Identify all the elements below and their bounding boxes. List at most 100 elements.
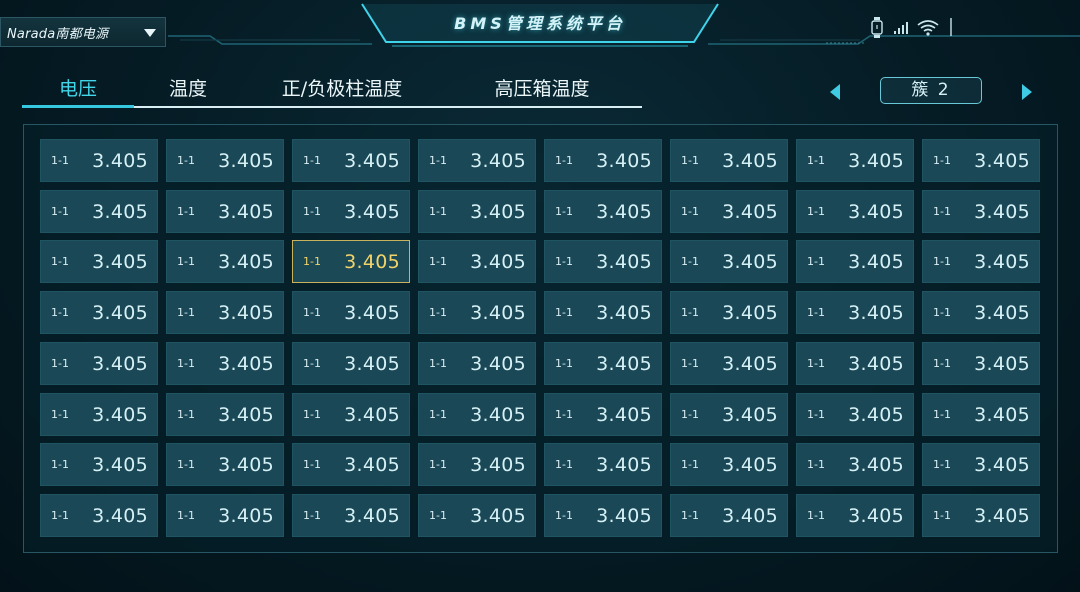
- cell-id: 1-1: [51, 509, 69, 522]
- battery-cell[interactable]: 1-1 3.405: [292, 393, 410, 436]
- battery-cell[interactable]: 1-1 3.405: [166, 190, 284, 233]
- cell-id: 1-1: [303, 357, 321, 370]
- battery-cell[interactable]: 1-1 3.405: [166, 443, 284, 486]
- cell-voltage-value: 3.405: [848, 353, 904, 375]
- cell-id: 1-1: [933, 357, 951, 370]
- cell-voltage-value: 3.405: [92, 201, 148, 223]
- battery-cell[interactable]: 1-1 3.405: [670, 443, 788, 486]
- cell-voltage-value: 3.405: [344, 454, 400, 476]
- battery-cell[interactable]: 1-1 3.405: [796, 443, 914, 486]
- battery-cell[interactable]: 1-1 3.405: [922, 342, 1040, 385]
- battery-cell[interactable]: 1-1 3.405: [40, 494, 158, 537]
- battery-cell[interactable]: 1-1 3.405: [40, 342, 158, 385]
- battery-cell[interactable]: 1-1 3.405: [922, 240, 1040, 283]
- cell-id: 1-1: [807, 306, 825, 319]
- battery-cell[interactable]: 1-1 3.405: [166, 393, 284, 436]
- battery-cell[interactable]: 1-1 3.405: [544, 393, 662, 436]
- battery-cell[interactable]: 1-1 3.405: [40, 393, 158, 436]
- cell-voltage-value: 3.405: [596, 251, 652, 273]
- cluster-selector[interactable]: 簇 2: [880, 77, 982, 104]
- battery-cell[interactable]: 1-1 3.405: [418, 494, 536, 537]
- battery-cell[interactable]: 1-1 3.405: [166, 291, 284, 334]
- battery-cell[interactable]: 1-1 3.405: [544, 443, 662, 486]
- battery-cell[interactable]: 1-1 3.405: [922, 443, 1040, 486]
- battery-cell[interactable]: 1-1 3.405: [166, 494, 284, 537]
- battery-cell[interactable]: 1-1 3.405: [166, 342, 284, 385]
- cell-voltage-value: 3.405: [218, 150, 274, 172]
- battery-cell[interactable]: 1-1 3.405: [670, 494, 788, 537]
- battery-cell[interactable]: 1-1 3.405: [418, 443, 536, 486]
- cell-voltage-value: 3.405: [344, 505, 400, 527]
- battery-cell[interactable]: 1-1 3.405: [292, 494, 410, 537]
- next-arrow-icon[interactable]: [1022, 84, 1032, 100]
- battery-cell[interactable]: 1-1 3.405: [292, 291, 410, 334]
- battery-cell[interactable]: 1-1 3.405: [418, 291, 536, 334]
- battery-cell[interactable]: 1-1 3.405: [796, 190, 914, 233]
- battery-cell[interactable]: 1-1 3.405: [670, 291, 788, 334]
- battery-cell[interactable]: 1-1 3.405: [796, 291, 914, 334]
- battery-cell[interactable]: 1-1 3.405: [292, 139, 410, 182]
- battery-cell[interactable]: 1-1 3.405: [544, 139, 662, 182]
- battery-cell[interactable]: 1-1 3.405: [166, 139, 284, 182]
- cell-id: 1-1: [177, 357, 195, 370]
- cell-voltage-value: 3.405: [722, 201, 778, 223]
- cell-id: 1-1: [429, 205, 447, 218]
- battery-cell[interactable]: 1-1 3.405: [670, 393, 788, 436]
- battery-cell[interactable]: 1-1 3.405: [544, 342, 662, 385]
- cell-voltage-value: 3.405: [722, 505, 778, 527]
- battery-cell[interactable]: 1-1 3.405: [796, 494, 914, 537]
- battery-cell[interactable]: 1-1 3.405: [418, 342, 536, 385]
- tab-voltage[interactable]: 电压: [22, 76, 134, 108]
- cell-voltage-value: 3.405: [470, 302, 526, 324]
- battery-cell[interactable]: 1-1 3.405: [796, 240, 914, 283]
- battery-cell[interactable]: 1-1 3.405: [418, 393, 536, 436]
- battery-cell[interactable]: 1-1 3.405: [796, 342, 914, 385]
- battery-cell[interactable]: 1-1 3.405: [796, 393, 914, 436]
- battery-cell[interactable]: 1-1 3.405: [922, 494, 1040, 537]
- battery-cell[interactable]: 1-1 3.405: [418, 240, 536, 283]
- battery-cell[interactable]: 1-1 3.405: [544, 291, 662, 334]
- cell-id: 1-1: [303, 205, 321, 218]
- cell-voltage-value: 3.405: [92, 353, 148, 375]
- battery-cell[interactable]: 1-1 3.405: [922, 139, 1040, 182]
- cell-voltage-value: 3.405: [722, 302, 778, 324]
- battery-cell[interactable]: 1-1 3.405: [292, 240, 410, 283]
- battery-cell[interactable]: 1-1 3.405: [544, 240, 662, 283]
- battery-cell[interactable]: 1-1 3.405: [292, 190, 410, 233]
- battery-cell[interactable]: 1-1 3.405: [292, 342, 410, 385]
- cell-id: 1-1: [303, 154, 321, 167]
- battery-cell[interactable]: 1-1 3.405: [418, 139, 536, 182]
- cell-voltage-value: 3.405: [92, 302, 148, 324]
- cell-id: 1-1: [177, 205, 195, 218]
- battery-cell[interactable]: 1-1 3.405: [922, 393, 1040, 436]
- tab-temperature[interactable]: 温度: [134, 76, 242, 104]
- cell-voltage-value: 3.405: [218, 302, 274, 324]
- cell-voltage-value: 3.405: [344, 251, 400, 273]
- cell-voltage-value: 3.405: [596, 404, 652, 426]
- battery-cell[interactable]: 1-1 3.405: [292, 443, 410, 486]
- tab-hv-box-temperature[interactable]: 高压箱温度: [442, 76, 642, 104]
- battery-cell[interactable]: 1-1 3.405: [544, 494, 662, 537]
- prev-arrow-icon[interactable]: [830, 84, 840, 100]
- tab-pole-temperature[interactable]: 正/负极柱温度: [242, 76, 442, 104]
- battery-cell[interactable]: 1-1 3.405: [670, 240, 788, 283]
- battery-cell[interactable]: 1-1 3.405: [40, 190, 158, 233]
- battery-cell[interactable]: 1-1 3.405: [922, 190, 1040, 233]
- battery-cell[interactable]: 1-1 3.405: [922, 291, 1040, 334]
- battery-cell[interactable]: 1-1 3.405: [40, 443, 158, 486]
- cell-id: 1-1: [555, 154, 573, 167]
- battery-cell[interactable]: 1-1 3.405: [670, 342, 788, 385]
- battery-cell[interactable]: 1-1 3.405: [670, 139, 788, 182]
- cell-voltage-value: 3.405: [470, 454, 526, 476]
- battery-cell[interactable]: 1-1 3.405: [670, 190, 788, 233]
- battery-cell[interactable]: 1-1 3.405: [544, 190, 662, 233]
- cell-id: 1-1: [177, 408, 195, 421]
- cell-id: 1-1: [177, 509, 195, 522]
- battery-cell[interactable]: 1-1 3.405: [40, 240, 158, 283]
- cell-id: 1-1: [429, 255, 447, 268]
- battery-cell[interactable]: 1-1 3.405: [166, 240, 284, 283]
- battery-cell[interactable]: 1-1 3.405: [796, 139, 914, 182]
- battery-cell[interactable]: 1-1 3.405: [418, 190, 536, 233]
- battery-cell[interactable]: 1-1 3.405: [40, 291, 158, 334]
- battery-cell[interactable]: 1-1 3.405: [40, 139, 158, 182]
